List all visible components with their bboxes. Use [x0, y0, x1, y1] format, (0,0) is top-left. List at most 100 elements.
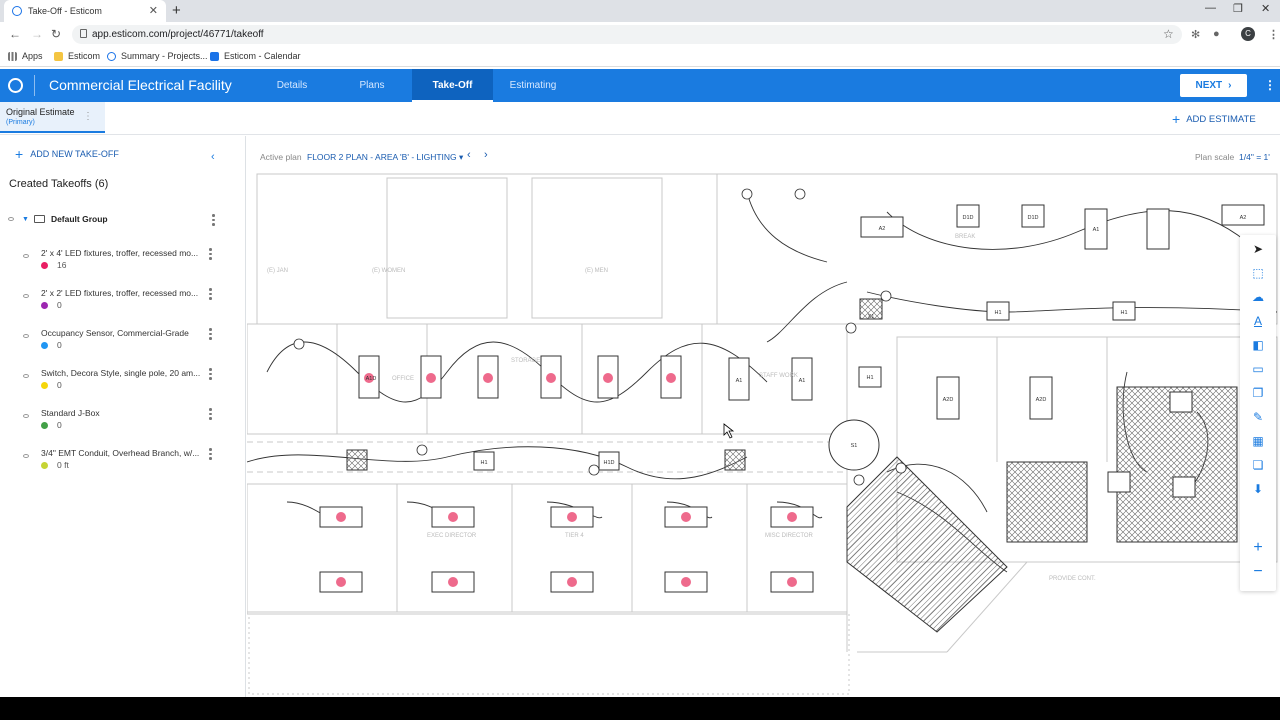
bookmark-summary[interactable]: Summary - Projects...: [107, 51, 208, 61]
fixture-tag: H1: [1120, 310, 1127, 316]
plan-scale-label: Plan scale: [1195, 152, 1235, 162]
item-menu-icon[interactable]: [209, 328, 213, 342]
item-menu-icon[interactable]: [209, 448, 213, 462]
group-row[interactable]: ▼ Default Group: [8, 212, 238, 226]
ruler-icon[interactable]: ▭: [1240, 358, 1276, 380]
app-menu-icon[interactable]: ⋮: [1264, 78, 1276, 92]
fixture-tag: H1D: [603, 460, 614, 466]
takeoff-item[interactable]: 2' x 4' LED fixtures, troffer, recessed …: [23, 248, 223, 278]
bookmark-label: Apps: [22, 51, 43, 61]
cloud-icon[interactable]: ☁: [1240, 286, 1276, 308]
eye-icon[interactable]: [8, 217, 14, 221]
takeoff-item[interactable]: 3/4" EMT Conduit, Overhead Branch, w/...…: [23, 448, 223, 478]
floor-plan-drawing[interactable]: (E) JAN (E) WOMEN (E) MEN OFFICE STORAGE…: [247, 172, 1280, 697]
takeoff-name: Occupancy Sensor, Commercial-Grade: [41, 328, 189, 338]
tab-take-off[interactable]: Take-Off: [412, 69, 493, 102]
zoom-out-icon[interactable]: −: [1240, 561, 1276, 583]
pen-icon[interactable]: ✎: [1240, 406, 1276, 428]
reload-icon[interactable]: ↻: [51, 27, 61, 41]
fixture-tag: H1: [994, 310, 1001, 316]
grid-icon[interactable]: ▦: [1240, 430, 1276, 452]
bookmark-apps[interactable]: Apps: [8, 51, 43, 61]
apps-grid-icon: [8, 51, 17, 61]
back-icon[interactable]: ←: [9, 27, 21, 41]
download-icon[interactable]: ⬇: [1240, 478, 1276, 500]
color-dot: [41, 342, 48, 349]
eye-icon[interactable]: [23, 294, 29, 298]
active-plan-name: FLOOR 2 PLAN - AREA 'B' - LIGHTING: [307, 152, 457, 162]
plan-canvas[interactable]: (E) JAN (E) WOMEN (E) MEN OFFICE STORAGE…: [247, 172, 1280, 697]
active-plan-select[interactable]: FLOOR 2 PLAN - AREA 'B' - LIGHTING ▾: [307, 152, 463, 163]
browser-menu-icon[interactable]: ⋮: [1268, 28, 1279, 41]
takeoff-count: 0: [57, 380, 62, 390]
collapse-sidebar-icon[interactable]: ‹: [211, 151, 215, 163]
fixture-tag: A1D: [366, 376, 377, 382]
item-menu-icon[interactable]: [209, 368, 213, 382]
room-label: (E) JAN: [267, 268, 288, 274]
takeoff-count: 0: [57, 420, 62, 430]
header-divider: [34, 75, 35, 96]
tab-details[interactable]: Details: [262, 69, 322, 102]
eye-icon[interactable]: [23, 414, 29, 418]
select-icon[interactable]: ➤: [1240, 238, 1276, 260]
esticom-logo-icon[interactable]: [8, 78, 23, 93]
fixture-tag: A2: [1240, 215, 1247, 221]
next-button[interactable]: NEXT ›: [1180, 74, 1247, 97]
takeoff-item[interactable]: Occupancy Sensor, Commercial-Grade 0: [23, 328, 223, 358]
item-menu-icon[interactable]: [209, 248, 213, 262]
takeoff-item[interactable]: Standard J-Box 0: [23, 408, 223, 438]
takeoff-item[interactable]: 2' x 2' LED fixtures, troffer, recessed …: [23, 288, 223, 318]
zoom-in-icon[interactable]: +: [1240, 537, 1276, 559]
takeoff-item[interactable]: Switch, Decora Style, single pole, 20 am…: [23, 368, 223, 398]
group-menu-icon[interactable]: [212, 214, 215, 228]
close-window-icon[interactable]: ✕: [1261, 2, 1270, 15]
estimate-menu-icon[interactable]: ⋮: [83, 111, 93, 122]
fixture-tag: A1: [736, 378, 743, 384]
bookmark-label: Summary - Projects...: [121, 51, 208, 61]
esticom-favicon-icon: [107, 51, 116, 61]
next-plan-icon[interactable]: ›: [484, 149, 488, 161]
compare-icon[interactable]: ◧: [1240, 334, 1276, 356]
bookmark-star-icon[interactable]: ☆: [1163, 27, 1174, 41]
profile-avatar[interactable]: C: [1241, 27, 1255, 41]
estimate-bar: Original Estimate (Primary) ⋮ + ADD ESTI…: [0, 102, 1280, 135]
fixture-tag: H1: [866, 375, 873, 381]
minimize-icon[interactable]: —: [1205, 2, 1216, 14]
extension-icon[interactable]: ●: [1213, 28, 1220, 40]
area-icon[interactable]: ⬚: [1240, 262, 1276, 284]
active-plan-label: Active plan: [260, 152, 302, 162]
add-estimate-button[interactable]: + ADD ESTIMATE: [1172, 112, 1256, 126]
fixture-tag: X1: [868, 314, 875, 320]
tab-estimating[interactable]: Estimating: [500, 69, 566, 102]
text-icon[interactable]: A: [1240, 310, 1276, 332]
add-new-takeoff-button[interactable]: + ADD NEW TAKE-OFF: [15, 147, 119, 161]
prev-plan-icon[interactable]: ‹: [467, 149, 471, 161]
address-bar-row: ← → ↻ app.esticom.com/project/46771/take…: [0, 22, 1280, 47]
room-label: STORAGE: [511, 358, 540, 364]
eye-icon[interactable]: [23, 334, 29, 338]
new-tab-icon[interactable]: +: [172, 2, 181, 19]
copy-icon[interactable]: ❐: [1240, 382, 1276, 404]
extension-icon[interactable]: ✻: [1191, 28, 1200, 41]
browser-tab[interactable]: Take-Off - Esticom ✕: [4, 0, 166, 22]
bookmark-esticom[interactable]: Esticom: [54, 51, 100, 61]
caret-down-icon[interactable]: ▼: [22, 216, 29, 223]
item-menu-icon[interactable]: [209, 408, 213, 422]
chevron-right-icon: ›: [1228, 80, 1232, 91]
estimate-tab[interactable]: Original Estimate (Primary) ⋮: [0, 102, 105, 133]
eye-icon[interactable]: [23, 254, 29, 258]
restore-icon[interactable]: ❐: [1233, 2, 1243, 15]
plan-scale-value[interactable]: 1/4" = 1': [1239, 152, 1270, 162]
room-label: MISC DIRECTOR: [765, 533, 814, 539]
tab-plans[interactable]: Plans: [342, 69, 402, 102]
layers-icon[interactable]: ❏: [1240, 454, 1276, 476]
url-field[interactable]: app.esticom.com/project/46771/takeoff: [72, 25, 1182, 44]
takeoff-count: 0: [57, 300, 62, 310]
eye-icon[interactable]: [23, 374, 29, 378]
bookmark-calendar[interactable]: Esticom - Calendar: [210, 51, 301, 61]
forward-icon[interactable]: →: [31, 27, 43, 41]
eye-icon[interactable]: [23, 454, 29, 458]
close-tab-icon[interactable]: ✕: [149, 4, 158, 17]
item-menu-icon[interactable]: [209, 288, 213, 302]
group-name: Default Group: [50, 214, 108, 224]
